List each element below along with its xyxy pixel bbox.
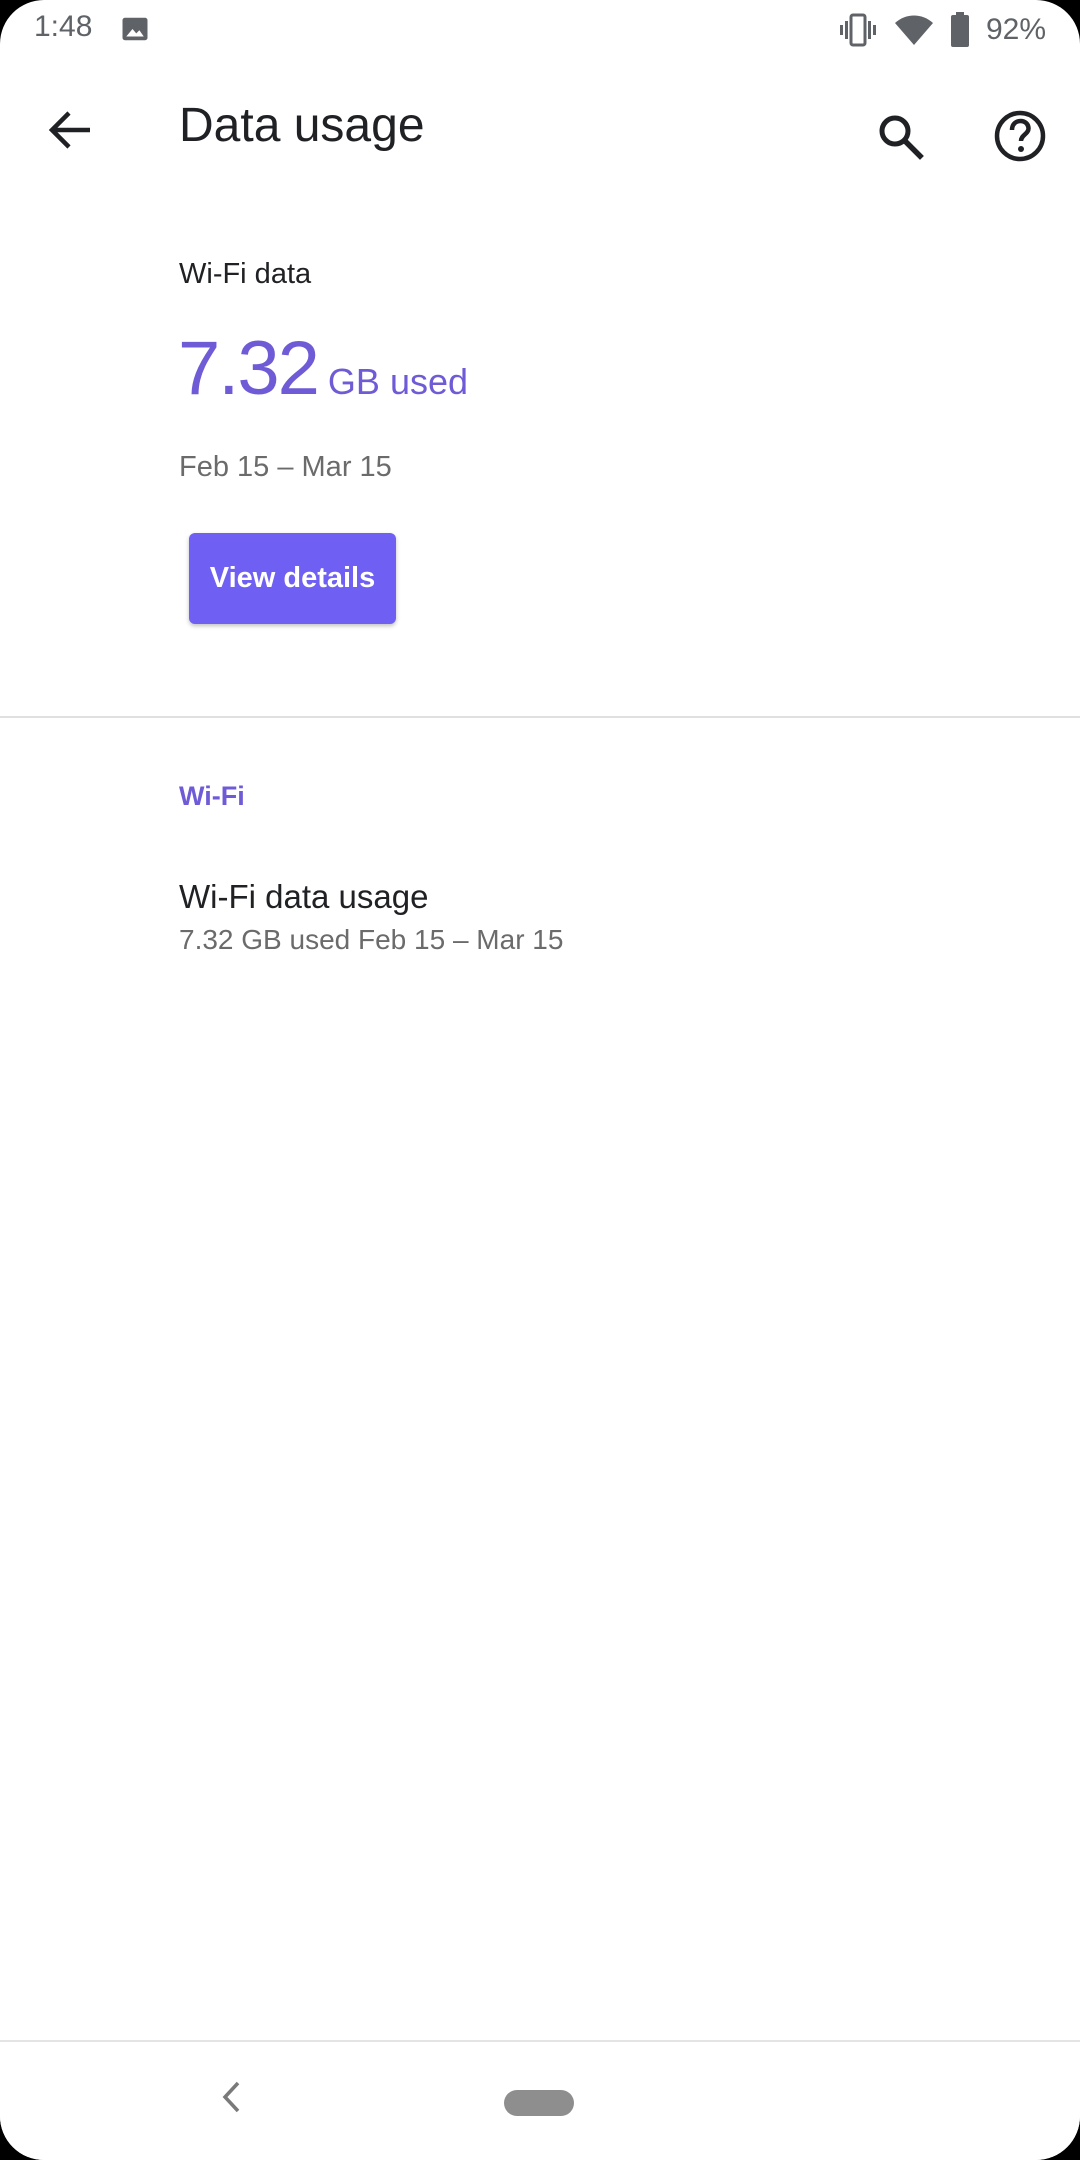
battery-percent: 92% bbox=[985, 13, 1046, 46]
home-pill-icon[interactable] bbox=[504, 2090, 574, 2116]
nav-back-icon bbox=[222, 2081, 240, 2113]
navigation-bar bbox=[0, 2042, 1080, 2160]
usage-unit: GB used bbox=[327, 361, 469, 402]
battery-icon bbox=[950, 12, 970, 48]
status-icons: 92% bbox=[838, 10, 1046, 50]
search-icon bbox=[879, 115, 924, 160]
wifi-icon bbox=[894, 14, 934, 46]
arrow-back-icon bbox=[48, 111, 90, 149]
usage-value: 7.32 bbox=[178, 326, 320, 411]
usage-summary: 7.32 GB used bbox=[178, 325, 468, 412]
vibrate-icon bbox=[838, 12, 878, 48]
status-time: 1:48 bbox=[34, 10, 93, 43]
summary-period: Feb 15 – Mar 15 bbox=[179, 451, 392, 483]
screen: 1:48 92% Data usage Wi-Fi data 7.32 GB u… bbox=[0, 0, 1080, 2160]
section-divider bbox=[0, 716, 1080, 718]
wifi-data-usage-item[interactable]: Wi-Fi data usage 7.32 GB used Feb 15 – M… bbox=[0, 860, 1080, 980]
list-item-title: Wi-Fi data usage bbox=[179, 878, 429, 915]
help-button[interactable] bbox=[982, 98, 1058, 174]
search-button[interactable] bbox=[862, 98, 938, 174]
nav-back-button[interactable] bbox=[206, 2072, 256, 2122]
list-item-summary: 7.32 GB used Feb 15 – Mar 15 bbox=[179, 924, 564, 955]
status-bar: 1:48 92% bbox=[0, 0, 1080, 64]
section-header-wifi: Wi-Fi bbox=[179, 781, 245, 811]
help-icon bbox=[994, 110, 1046, 162]
toolbar: Data usage bbox=[0, 80, 1080, 180]
image-icon bbox=[120, 14, 150, 44]
page-title: Data usage bbox=[179, 99, 425, 152]
summary-label: Wi-Fi data bbox=[179, 258, 312, 290]
view-details-button[interactable]: View details bbox=[189, 533, 396, 624]
back-button[interactable] bbox=[30, 100, 110, 160]
